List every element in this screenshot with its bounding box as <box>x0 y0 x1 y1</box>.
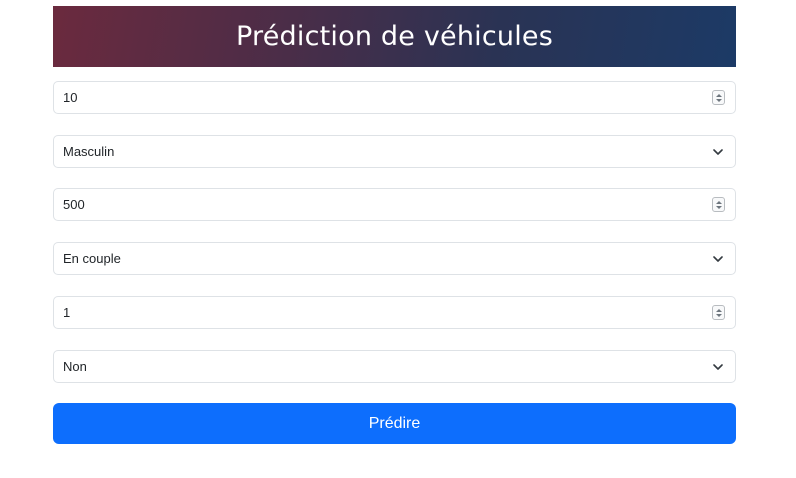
field-value: En couple <box>63 251 121 266</box>
number-input-3[interactable]: 1 <box>53 296 736 329</box>
spin-up-icon <box>715 308 722 312</box>
spin-down-icon <box>715 98 722 102</box>
number-input-2[interactable]: 500 <box>53 188 736 221</box>
spinner-icon[interactable] <box>712 197 725 212</box>
select-input-2[interactable]: En couple <box>53 242 736 275</box>
header-banner: Prédiction de véhicules <box>53 6 736 67</box>
spinner-icon[interactable] <box>712 305 725 320</box>
field-value: Masculin <box>63 144 115 159</box>
spinner-icon[interactable] <box>712 90 725 105</box>
spin-down-icon <box>715 205 722 209</box>
select-input-1[interactable]: Masculin <box>53 135 736 168</box>
spin-up-icon <box>715 93 722 97</box>
field-value: Non <box>63 359 87 374</box>
page-title: Prédiction de véhicules <box>236 21 553 52</box>
spin-up-icon <box>715 200 722 204</box>
field-value: 10 <box>63 90 78 105</box>
predict-button[interactable]: Prédire <box>53 403 736 444</box>
chevron-down-icon <box>711 145 725 159</box>
field-value: 1 <box>63 305 71 320</box>
prediction-page: Prédiction de véhicules 10 Masculin 500 … <box>0 0 796 478</box>
number-input-1[interactable]: 10 <box>53 81 736 114</box>
select-input-3[interactable]: Non <box>53 350 736 383</box>
chevron-down-icon <box>711 360 725 374</box>
field-value: 500 <box>63 197 85 212</box>
spin-down-icon <box>715 313 722 317</box>
chevron-down-icon <box>711 252 725 266</box>
